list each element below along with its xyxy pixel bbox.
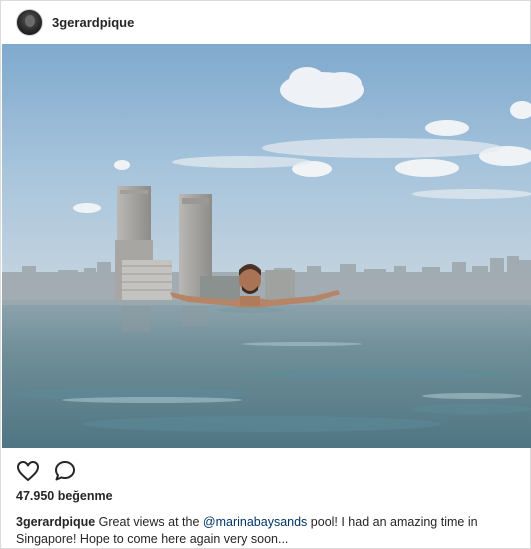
post-username[interactable]: 3gerardpique bbox=[52, 15, 134, 30]
caption-text-before: Great views at the bbox=[98, 515, 203, 529]
avatar[interactable] bbox=[16, 8, 43, 36]
pool-photo bbox=[2, 44, 531, 448]
post-photo[interactable] bbox=[2, 44, 531, 448]
heart-outline-icon[interactable] bbox=[16, 459, 40, 483]
likes-count[interactable]: 47.950 beğenme bbox=[16, 489, 113, 503]
post-header: 3gerardpique bbox=[1, 1, 530, 43]
caption-username[interactable]: 3gerardpique bbox=[16, 515, 95, 529]
action-bar bbox=[16, 459, 77, 483]
comment-bubble-icon[interactable] bbox=[53, 459, 77, 483]
caption-mention[interactable]: @marinabaysands bbox=[203, 515, 307, 529]
post-caption: 3gerardpique Great views at the @marinab… bbox=[16, 514, 521, 548]
instagram-post: 3gerardpique 47.950 beğenme 3gerardpique… bbox=[0, 0, 531, 549]
